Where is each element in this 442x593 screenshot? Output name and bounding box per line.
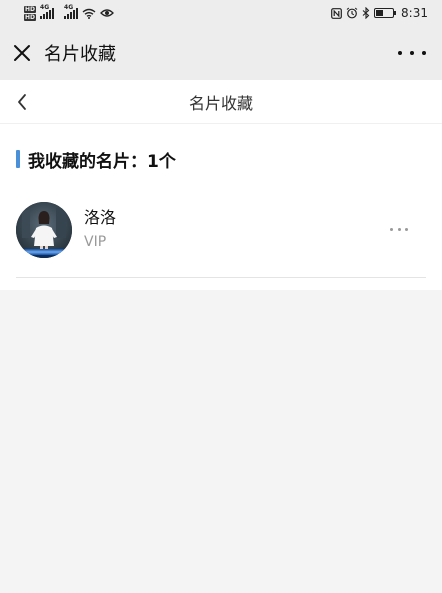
battery-fill	[376, 10, 384, 16]
clock: 8:31	[401, 6, 428, 20]
status-bar-right: 8:31	[331, 6, 428, 20]
more-options-button[interactable]	[398, 43, 426, 63]
section-accent-bar	[16, 150, 20, 168]
battery-icon	[374, 8, 397, 18]
card-list-panel: 我收藏的名片：1个 洛洛 VIP	[0, 124, 442, 290]
more-icon-dot	[405, 227, 408, 231]
signal-icon: 4G	[40, 4, 55, 19]
hd-label-1: HD	[24, 5, 37, 13]
app-title: 名片收藏	[44, 44, 116, 65]
more-icon-dot	[397, 227, 401, 231]
bluetooth-icon	[362, 7, 370, 19]
card-level: VIP	[84, 234, 107, 250]
more-icon-dot	[410, 51, 414, 55]
card-more-button[interactable]	[390, 224, 408, 234]
page-header: 名片收藏	[0, 80, 442, 124]
hd-label-2: HD	[24, 13, 37, 21]
more-icon-dot	[422, 51, 426, 55]
section-title: 我收藏的名片：1个	[28, 151, 176, 172]
nfc-icon	[331, 7, 342, 19]
back-button[interactable]	[8, 88, 36, 116]
page-title: 名片收藏	[188, 93, 253, 113]
chevron-left-icon	[18, 94, 26, 110]
close-button[interactable]	[0, 26, 44, 80]
close-icon	[14, 45, 30, 61]
hd-indicator: HD HD	[24, 5, 37, 21]
alarm-icon	[346, 7, 358, 19]
network-type-1: 4G	[40, 3, 50, 11]
network-type-2: 4G	[64, 3, 74, 11]
status-bar: HD HD 4G 4G 8:31	[0, 0, 442, 26]
more-icon-dot	[390, 227, 393, 231]
card-list-item[interactable]: 洛洛 VIP	[16, 198, 426, 278]
app-bar: 名片收藏	[0, 26, 442, 80]
avatar	[16, 202, 72, 258]
more-icon-dot	[398, 51, 402, 55]
signal-icon-2: 4G	[64, 4, 79, 19]
card-name: 洛洛	[84, 208, 117, 227]
status-bar-left: HD HD 4G 4G	[24, 4, 114, 21]
avatar-image	[16, 202, 72, 258]
wifi-icon	[82, 8, 96, 19]
section-heading: 我收藏的名片：1个	[16, 148, 176, 172]
eye-icon	[100, 9, 114, 17]
